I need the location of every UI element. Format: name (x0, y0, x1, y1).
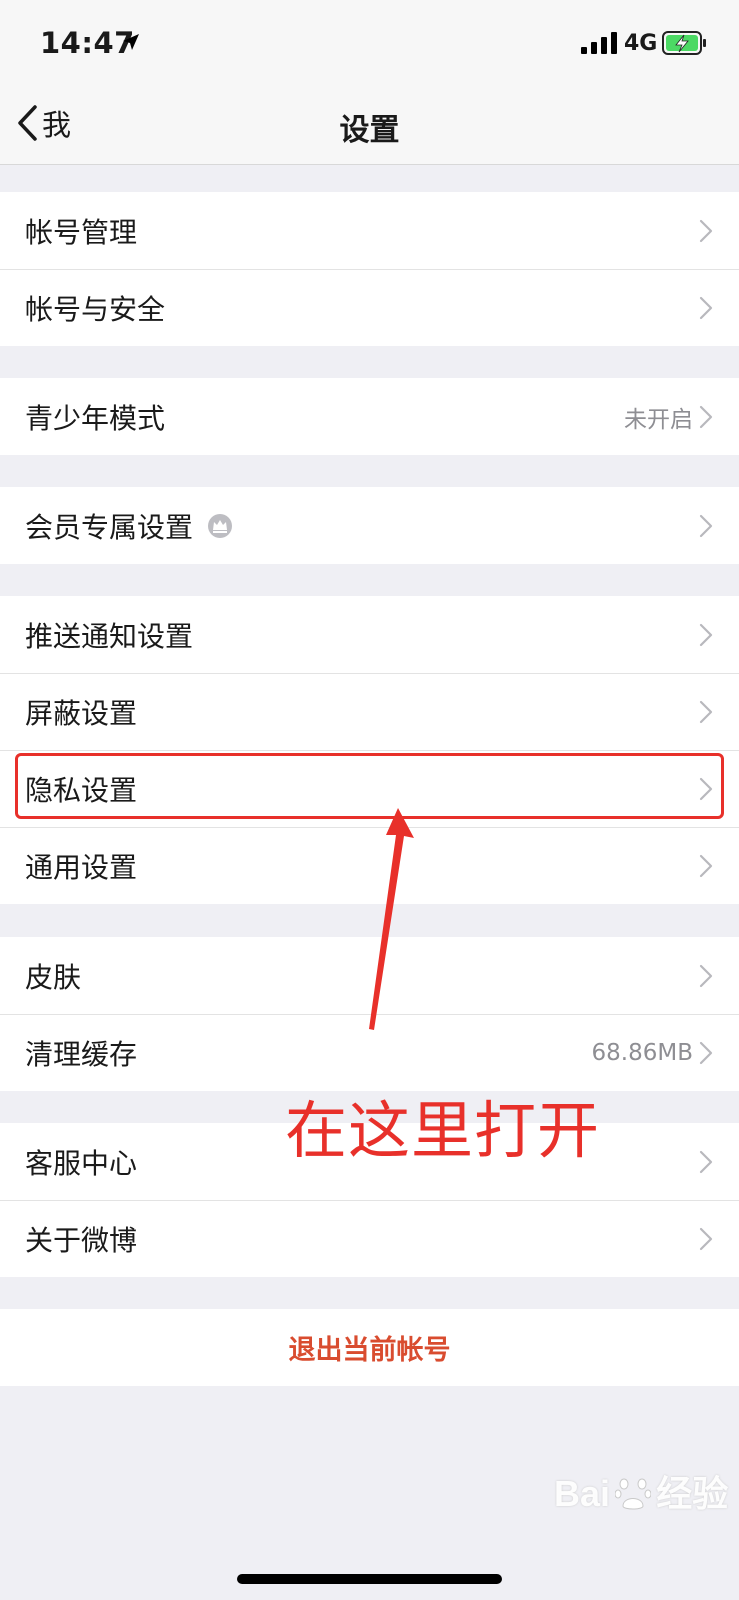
chevron-right-icon (699, 854, 713, 878)
settings-item-label: 屏蔽设置 (25, 696, 138, 730)
settings-item-label: 帐号与安全 (25, 292, 166, 326)
settings-item-push-notifications[interactable]: 推送通知设置 (0, 596, 739, 673)
settings-group-account: 帐号管理 帐号与安全 (0, 192, 739, 346)
watermark-suffix: 经验 (656, 1473, 729, 1514)
settings-item-label: 会员专属设置 (25, 510, 194, 544)
status-time: 14:47 (40, 26, 135, 60)
chevron-right-icon (699, 219, 713, 243)
settings-item-about-weibo[interactable]: 关于微博 (0, 1200, 739, 1277)
location-arrow-icon (123, 34, 139, 50)
chevron-right-icon (699, 623, 713, 647)
status-bar: 14:47 4G (0, 0, 739, 80)
baidu-jingyan-watermark: Bai 经验 (554, 1465, 728, 1517)
settings-item-label: 皮肤 (25, 960, 82, 994)
chevron-right-icon (699, 405, 713, 429)
chevron-right-icon (699, 514, 713, 538)
settings-item-member-settings[interactable]: 会员专属设置 (0, 487, 739, 564)
settings-item-label: 青少年模式 (25, 401, 166, 435)
battery-charging-icon (662, 31, 706, 55)
chevron-right-icon (699, 1227, 713, 1251)
watermark-brand: Bai (554, 1473, 611, 1514)
home-indicator[interactable] (237, 1574, 502, 1584)
chevron-right-icon (699, 964, 713, 988)
logout-button[interactable]: 退出当前帐号 (0, 1309, 739, 1386)
chevron-right-icon (699, 296, 713, 320)
settings-item-block-settings[interactable]: 屏蔽设置 (0, 673, 739, 750)
network-type: 4G (624, 31, 658, 56)
settings-item-label: 清理缓存 (25, 1037, 138, 1071)
signal-strength-icon (581, 32, 617, 54)
paw-icon (614, 1478, 652, 1510)
chevron-right-icon (699, 700, 713, 724)
logout-group: 退出当前帐号 (0, 1309, 739, 1386)
cache-size: 68.86MB (591, 1039, 693, 1066)
settings-item-account-security[interactable]: 帐号与安全 (0, 269, 739, 346)
crown-icon (207, 513, 233, 539)
annotation-arrow (369, 808, 414, 1030)
annotation-text: 在这里打开 (285, 1094, 601, 1167)
settings-item-label: 帐号管理 (25, 215, 138, 249)
page-title: 设置 (339, 113, 400, 148)
chevron-right-icon (699, 1041, 713, 1065)
navigation-bar: 我 设置 (0, 80, 739, 165)
settings-item-label: 客服中心 (25, 1146, 138, 1180)
settings-group-youth: 青少年模式 未开启 (0, 378, 739, 455)
settings-item-label: 关于微博 (25, 1223, 138, 1257)
youth-mode-status: 未开启 (624, 406, 693, 433)
chevron-right-icon (699, 1150, 713, 1174)
chevron-right-icon (699, 777, 713, 801)
settings-group-member: 会员专属设置 (0, 487, 739, 564)
settings-item-label: 推送通知设置 (25, 619, 194, 653)
settings-item-youth-mode[interactable]: 青少年模式 未开启 (0, 378, 739, 455)
settings-item-label: 通用设置 (25, 850, 138, 884)
settings-item-account-management[interactable]: 帐号管理 (0, 192, 739, 269)
settings-item-label: 隐私设置 (25, 773, 138, 807)
